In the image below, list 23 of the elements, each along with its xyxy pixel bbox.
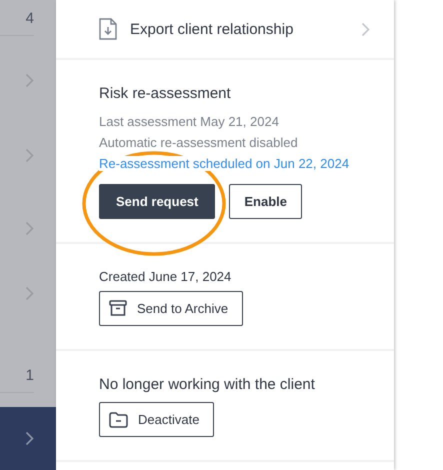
- count-text: 1: [26, 367, 34, 384]
- selected-row[interactable]: [0, 407, 56, 470]
- export-row[interactable]: Export client relationship: [56, 0, 394, 60]
- export-label: Export client relationship: [130, 20, 294, 38]
- chevron-icon: [25, 72, 34, 88]
- file-download-icon: [99, 18, 117, 40]
- status-text: Automatic re-assessment disabled: [99, 134, 299, 152]
- chevron-icon: [25, 286, 34, 300]
- chevron-icon: [361, 22, 370, 36]
- section-title: No longer working with the client: [99, 376, 316, 393]
- send-request-button[interactable]: Send request: [99, 184, 216, 219]
- folder-icon: [109, 412, 128, 428]
- status-text: Last assessment May 21, 2024: [99, 113, 280, 131]
- section-title: Risk re-assessment: [99, 85, 232, 102]
- created-date-text: Created June 17, 2024: [99, 269, 232, 284]
- chevron-icon: [25, 148, 34, 162]
- archive-box-icon: [109, 300, 127, 317]
- deactivate-button[interactable]: Deactivate: [99, 402, 214, 437]
- chevron-icon: [25, 220, 34, 236]
- chevron-icon: [25, 431, 34, 446]
- archive-button[interactable]: Send to Archive: [99, 291, 244, 326]
- count-text: 4: [26, 10, 34, 27]
- enable-button[interactable]: Enable: [229, 184, 302, 219]
